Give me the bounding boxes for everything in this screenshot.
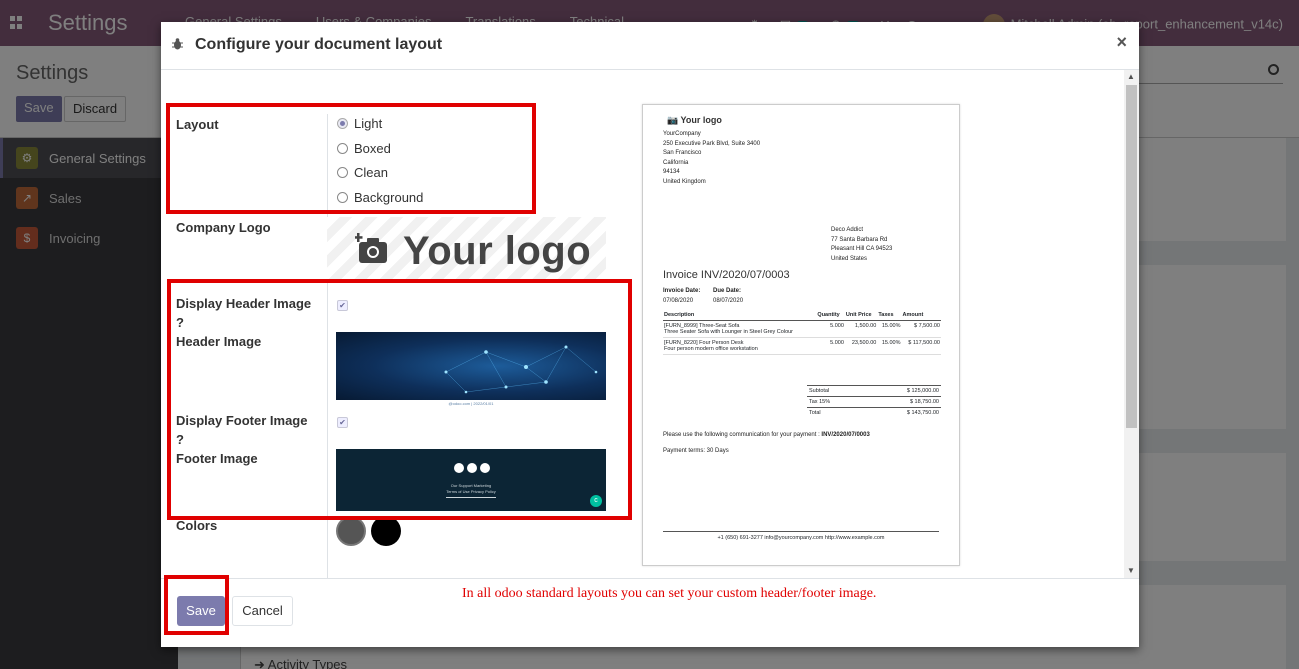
preview-totals: Subtotal $ 125,000.00 Tax 15% $ 18,750.00 …	[807, 385, 941, 418]
document-preview: 📷 Your logo YourCompany 250 Executive Pa…	[642, 104, 960, 566]
dialog-footer: Save Cancel In all odoo standard layouts…	[161, 578, 1139, 647]
scroll-thumb[interactable]	[1126, 85, 1137, 428]
annotation-note: In all odoo standard layouts you can set…	[462, 586, 877, 601]
bug-icon	[172, 38, 183, 50]
primary-color-swatch[interactable]	[336, 516, 366, 546]
scroll-up-icon[interactable]: ▲	[1127, 72, 1135, 81]
preview-invoice-date: Invoice Date: 07/08/2020	[663, 288, 701, 304]
cancel-button[interactable]: Cancel	[232, 596, 293, 626]
logo-placeholder-text: Your logo	[403, 229, 592, 273]
secondary-color-swatch[interactable]	[371, 516, 401, 546]
highlight-save	[164, 575, 229, 635]
preview-footer: +1 (650) 691-3277 info@yourcompany.com h…	[663, 531, 939, 541]
camera-plus-icon	[355, 233, 387, 263]
document-layout-dialog: Configure your document layout × Layout …	[161, 22, 1139, 647]
close-icon[interactable]: ×	[1116, 32, 1127, 53]
company-logo-label: Company Logo	[176, 220, 271, 235]
preview-invoice-title: Invoice INV/2020/07/0003	[663, 269, 790, 281]
preview-due-date: Due Date: 08/07/2020	[713, 288, 744, 304]
preview-customer-address: Deco Addict 77 Santa Barbara Rd Pleasant…	[831, 227, 893, 262]
preview-company-address: YourCompany 250 Executive Park Blvd, Sui…	[663, 131, 761, 185]
table-row: [FURN_8999] Three-Seat Sofa Three Seater …	[663, 320, 941, 338]
preview-payment-terms: Payment terms: 30 Days	[663, 448, 729, 454]
table-row: [FURN_8220] Four Person Desk Four person …	[663, 337, 941, 355]
highlight-layout	[166, 103, 536, 214]
preview-communication: Please use the following communication f…	[663, 432, 870, 438]
preview-lines-table: Description Quantity Unit Price Taxes Am…	[663, 310, 941, 355]
dialog-scrollbar[interactable]: ▲ ▼	[1124, 70, 1139, 578]
preview-logo: 📷 Your logo	[667, 115, 722, 125]
dialog-title: Configure your document layout	[195, 36, 443, 53]
dialog-header: Configure your document layout ×	[161, 22, 1139, 70]
scroll-down-icon[interactable]: ▼	[1127, 566, 1135, 575]
company-logo-field[interactable]: Your logo	[327, 217, 606, 281]
highlight-header-footer	[167, 279, 632, 520]
